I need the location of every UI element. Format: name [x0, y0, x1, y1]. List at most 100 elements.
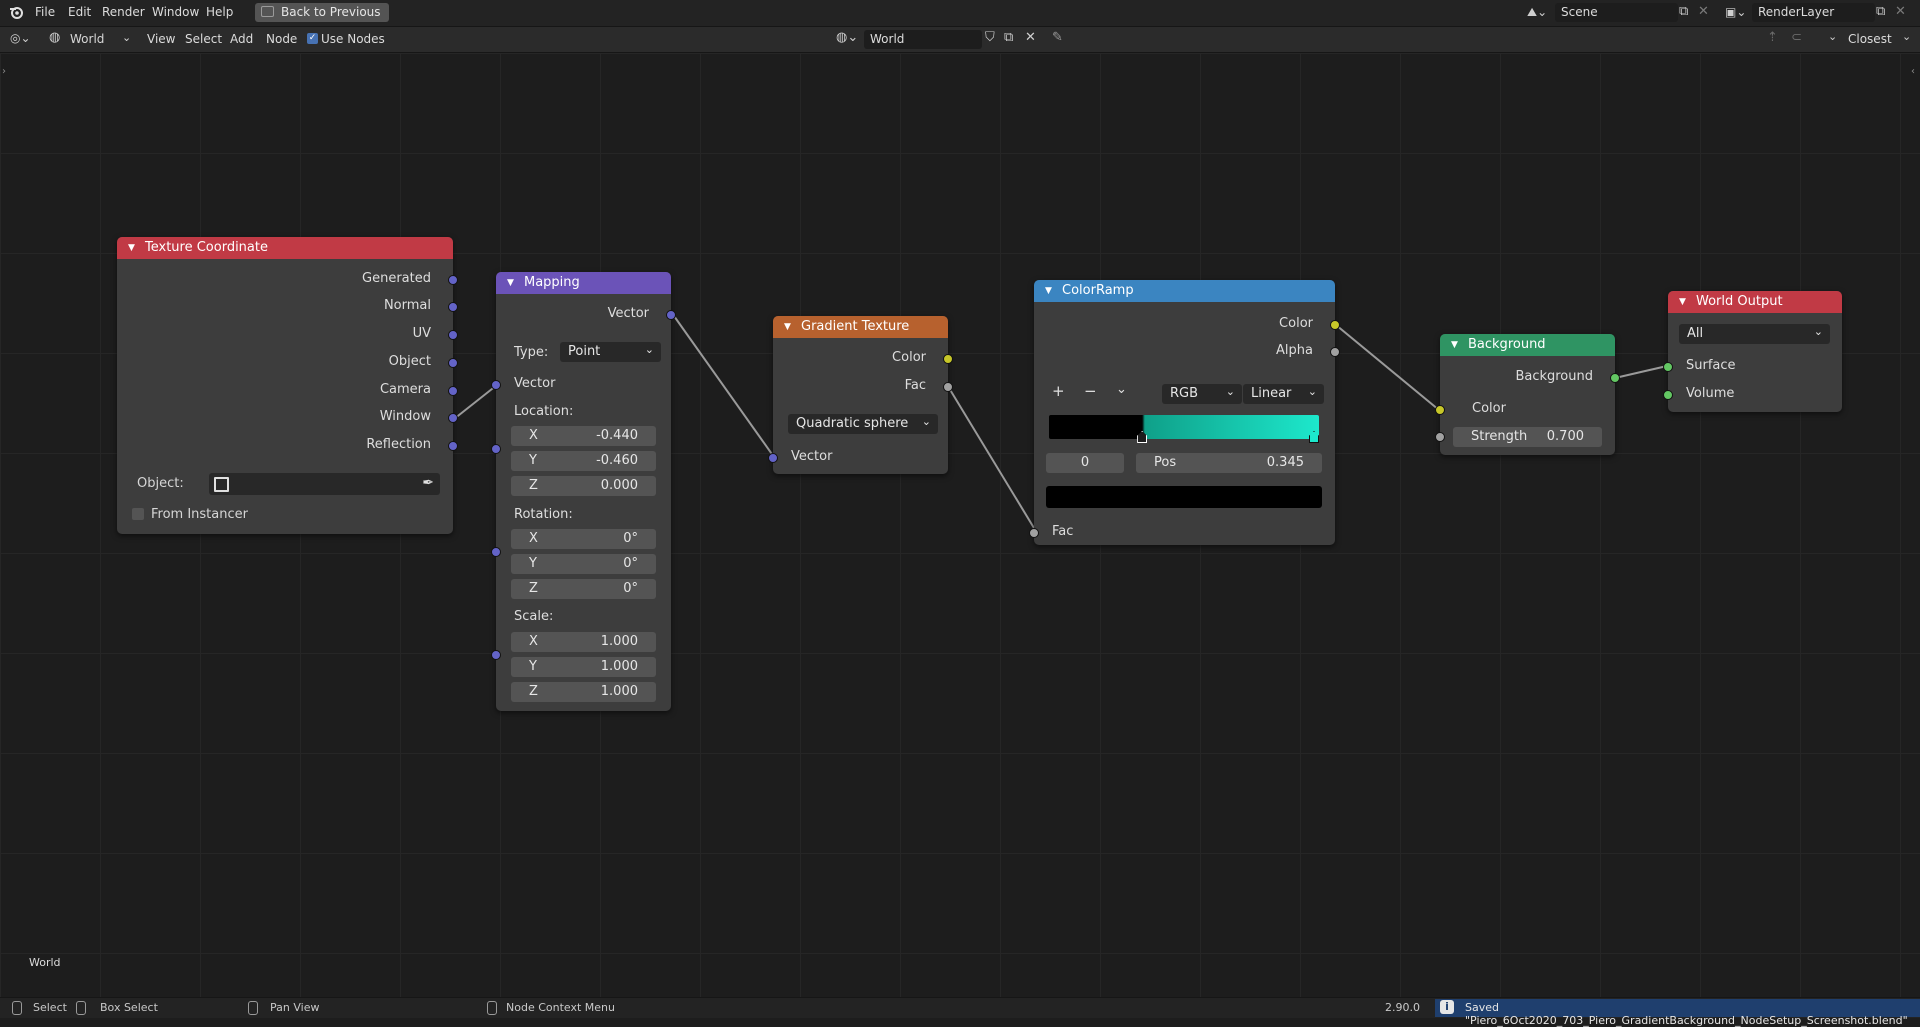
- node-colorramp[interactable]: ▼ ColorRamp Color Alpha + − ⌄ RGB ⌄ Line…: [1029, 280, 1340, 545]
- object-picker-field[interactable]: ✒: [209, 473, 440, 495]
- new-scene-icon[interactable]: ⧉: [1679, 4, 1688, 19]
- node-texture-coordinate[interactable]: ▼ Texture Coordinate Generated Normal UV…: [117, 237, 458, 534]
- render-layer-field[interactable]: RenderLayer: [1752, 3, 1875, 22]
- active-stop-index-field[interactable]: 0: [1046, 453, 1124, 473]
- interpolation-dropdown[interactable]: Linear ⌄: [1243, 384, 1324, 404]
- close-scene-icon[interactable]: ✕: [1698, 4, 1709, 19]
- ramp-menu-chevron-icon[interactable]: ⌄: [1116, 382, 1127, 397]
- close-render-layer-icon[interactable]: ✕: [1895, 4, 1906, 19]
- node-background[interactable]: ▼ Background Background Color Strength 0.…: [1435, 334, 1620, 455]
- node-mapping[interactable]: ▼ Mapping Vector Type: Point ⌄ Vector Lo…: [491, 272, 676, 711]
- menu-file[interactable]: File: [35, 5, 55, 19]
- rotation-x-field[interactable]: X 0°: [511, 529, 656, 549]
- back-to-previous-button[interactable]: Back to Previous: [255, 3, 389, 22]
- node-header[interactable]: ▼ ColorRamp: [1034, 280, 1335, 302]
- duplicate-world-icon[interactable]: ⧉: [1004, 30, 1013, 45]
- collapse-triangle-icon[interactable]: ▼: [1045, 280, 1052, 302]
- render-target-dropdown[interactable]: All ⌄: [1679, 324, 1830, 344]
- status-report-banner[interactable]: i Saved "Piero_6Oct2020_703_Piero_Gradie…: [1435, 999, 1920, 1027]
- scene-name-field[interactable]: Scene: [1555, 3, 1678, 22]
- scale-z-field[interactable]: Z 1.000: [511, 682, 656, 702]
- socket-output-background[interactable]: [1610, 373, 1620, 383]
- menu-view[interactable]: View: [147, 32, 175, 46]
- socket-normal[interactable]: [448, 302, 458, 312]
- node-world-output[interactable]: ▼ World Output All ⌄ Surface Volume: [1663, 291, 1842, 412]
- render-layer-icon[interactable]: ▣⌄: [1725, 5, 1746, 19]
- world-name-field[interactable]: World: [864, 30, 982, 49]
- socket-reflection[interactable]: [448, 441, 458, 451]
- unlink-world-icon[interactable]: ✕: [1025, 30, 1036, 45]
- use-nodes-checkbox[interactable]: ✓: [307, 33, 318, 44]
- socket-uv[interactable]: [448, 330, 458, 340]
- stop-color-swatch[interactable]: [1046, 486, 1322, 508]
- socket-output-color[interactable]: [1330, 320, 1340, 330]
- node-header[interactable]: ▼ Background: [1440, 334, 1615, 356]
- snap-magnet-icon[interactable]: ⊂: [1791, 30, 1802, 45]
- node-header[interactable]: ▼ Mapping: [496, 272, 671, 294]
- node-header[interactable]: ▼ Texture Coordinate: [117, 237, 453, 259]
- mapping-type-dropdown[interactable]: Point ⌄: [560, 342, 661, 362]
- blender-logo-icon[interactable]: [9, 5, 23, 19]
- location-x-field[interactable]: X -0.440: [511, 426, 656, 446]
- scale-y-field[interactable]: Y 1.000: [511, 657, 656, 677]
- scene-icon[interactable]: ⛰⌄: [1527, 5, 1547, 20]
- socket-output-vector[interactable]: [666, 310, 676, 320]
- menu-render[interactable]: Render: [102, 5, 145, 19]
- menu-node[interactable]: Node: [266, 32, 297, 46]
- socket-location[interactable]: [491, 444, 501, 454]
- remove-stop-minus-icon[interactable]: −: [1084, 382, 1097, 400]
- socket-rotation[interactable]: [491, 547, 501, 557]
- socket-output-fac[interactable]: [943, 382, 953, 392]
- socket-input-vector[interactable]: [491, 380, 501, 390]
- socket-output-alpha[interactable]: [1330, 347, 1340, 357]
- gradient-type-dropdown[interactable]: Quadratic sphere ⌄: [788, 414, 938, 434]
- color-mode-dropdown[interactable]: RGB ⌄: [1162, 384, 1242, 404]
- location-y-field[interactable]: Y -0.460: [511, 451, 656, 471]
- collapse-triangle-icon[interactable]: ▼: [1451, 334, 1458, 356]
- collapse-triangle-icon[interactable]: ▼: [784, 316, 791, 338]
- node-header[interactable]: ▼ World Output: [1668, 291, 1842, 313]
- sidebar-expand-arrow-icon[interactable]: ‹: [1911, 66, 1915, 77]
- socket-output-color[interactable]: [943, 354, 953, 364]
- new-render-layer-icon[interactable]: ⧉: [1876, 4, 1885, 19]
- socket-generated[interactable]: [448, 275, 458, 285]
- stop-position-field[interactable]: Pos 0.345: [1136, 453, 1322, 473]
- collapse-triangle-icon[interactable]: ▼: [128, 237, 135, 259]
- node-header[interactable]: ▼ Gradient Texture: [773, 316, 948, 338]
- socket-input-strength[interactable]: [1435, 432, 1445, 442]
- rotation-y-field[interactable]: Y 0°: [511, 554, 656, 574]
- strength-field[interactable]: Strength 0.700: [1453, 427, 1602, 447]
- parent-node-tree-icon[interactable]: ⇡: [1767, 30, 1778, 45]
- rotation-z-field[interactable]: Z 0°: [511, 579, 656, 599]
- socket-object[interactable]: [448, 358, 458, 368]
- add-stop-plus-icon[interactable]: +: [1052, 382, 1065, 400]
- world-datablock-icon[interactable]: ◍⌄: [836, 30, 858, 45]
- pin-icon[interactable]: ✎: [1052, 30, 1063, 45]
- socket-input-fac[interactable]: [1029, 528, 1039, 538]
- toolbar-expand-arrow-icon[interactable]: ›: [2, 66, 6, 77]
- socket-scale[interactable]: [491, 650, 501, 660]
- snap-dropdown-chevron-icon[interactable]: ⌄: [1828, 30, 1837, 43]
- socket-camera[interactable]: [448, 386, 458, 396]
- snap-mode-dropdown[interactable]: Closest: [1848, 32, 1892, 46]
- node-gradient-texture[interactable]: ▼ Gradient Texture Color Fac Quadratic s…: [768, 316, 953, 474]
- location-z-field[interactable]: Z 0.000: [511, 476, 656, 496]
- socket-input-color[interactable]: [1435, 405, 1445, 415]
- color-ramp-bar[interactable]: [1049, 415, 1319, 439]
- menu-add[interactable]: Add: [230, 32, 253, 46]
- menu-edit[interactable]: Edit: [68, 5, 91, 19]
- socket-input-vector[interactable]: [768, 453, 778, 463]
- menu-window[interactable]: Window: [152, 5, 199, 19]
- fake-user-shield-icon[interactable]: ⛉: [985, 30, 995, 45]
- socket-input-volume[interactable]: [1663, 390, 1673, 400]
- socket-input-surface[interactable]: [1663, 362, 1673, 372]
- collapse-triangle-icon[interactable]: ▼: [507, 272, 514, 294]
- eyedropper-icon[interactable]: ✒: [422, 475, 434, 491]
- menu-select[interactable]: Select: [185, 32, 222, 46]
- menu-help[interactable]: Help: [206, 5, 233, 19]
- editor-type-icon[interactable]: ◎⌄: [10, 31, 31, 45]
- collapse-triangle-icon[interactable]: ▼: [1679, 291, 1686, 313]
- shader-type-dropdown[interactable]: World ⌄: [70, 31, 132, 46]
- socket-window[interactable]: [448, 413, 458, 423]
- scale-x-field[interactable]: X 1.000: [511, 632, 656, 652]
